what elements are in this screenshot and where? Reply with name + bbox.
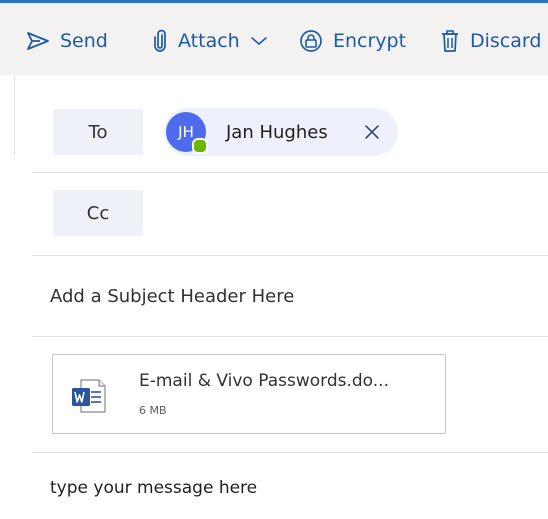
encrypt-button[interactable]: Encrypt xyxy=(299,27,406,55)
cc-button[interactable]: Cc xyxy=(53,190,143,236)
word-document-icon xyxy=(69,376,109,416)
to-button[interactable]: To xyxy=(53,109,143,155)
avatar-initials: JH xyxy=(178,123,194,141)
attachment-name: E-mail & Vivo Passwords.do... xyxy=(139,371,389,391)
message-body[interactable]: type your message here xyxy=(50,474,530,502)
recipient-name: Jan Hughes xyxy=(226,121,328,143)
encrypt-lock-icon xyxy=(299,29,323,53)
send-label: Send xyxy=(60,30,108,52)
remove-recipient-close-icon[interactable] xyxy=(362,122,382,142)
trash-icon xyxy=(440,29,460,53)
cc-field-divider xyxy=(32,255,548,256)
discard-label: Discard xyxy=(470,30,542,52)
presence-available-badge xyxy=(192,138,208,154)
left-pane-edge xyxy=(0,75,15,155)
attach-button[interactable]: Attach xyxy=(152,27,268,55)
encrypt-label: Encrypt xyxy=(333,30,407,52)
attachment-divider xyxy=(32,452,548,453)
chevron-down-icon[interactable] xyxy=(250,35,268,47)
compose-pane: To JH Jan Hughes Cc Add a Subject Header… xyxy=(32,92,548,519)
subject-input[interactable]: Add a Subject Header Here xyxy=(50,280,530,312)
paperclip-icon xyxy=(152,29,168,53)
recipient-chip[interactable]: JH Jan Hughes xyxy=(164,108,398,156)
to-field-divider xyxy=(32,172,548,173)
compose-toolbar: Send Attach Encrypt Discard xyxy=(0,3,548,75)
send-button[interactable]: Send xyxy=(26,27,108,55)
avatar: JH xyxy=(166,112,208,154)
subject-divider xyxy=(32,336,548,337)
send-icon xyxy=(26,31,50,51)
attachment-size: 6 MB xyxy=(139,404,167,417)
attach-label: Attach xyxy=(178,30,240,52)
attachment-card[interactable]: E-mail & Vivo Passwords.do... 6 MB xyxy=(52,354,446,434)
discard-button[interactable]: Discard xyxy=(440,27,541,55)
